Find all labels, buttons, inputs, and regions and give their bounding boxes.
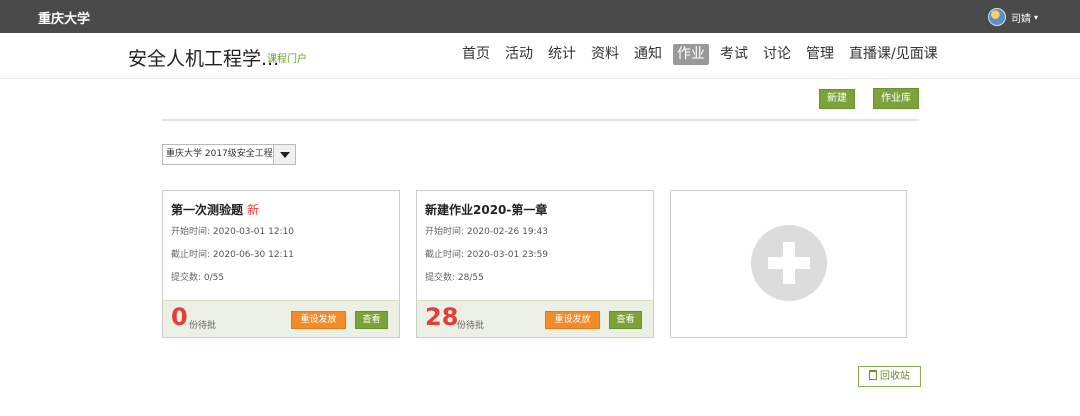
end-time-label: 截止时间: — [425, 250, 465, 260]
start-time-value: 2020-02-26 19:43 — [466, 227, 549, 237]
assignment-title[interactable]: 第一次测验题新 — [171, 201, 259, 218]
trash-icon[interactable] — [869, 370, 877, 380]
end-time-value: 2020-03-01 23:59 — [466, 250, 549, 260]
start-time-value: 2020-03-01 12:10 — [212, 227, 295, 237]
class-select[interactable]: 重庆大学 2017级安全工程 — [162, 144, 296, 165]
add-assignment-card[interactable] — [670, 190, 907, 338]
view-button[interactable]: 查看 — [355, 311, 388, 329]
submission-value: 28/55 — [457, 273, 484, 283]
nav-live-class[interactable]: 直播课/见面课 — [845, 44, 942, 65]
course-portal-link[interactable]: 课程门户 — [267, 50, 307, 65]
assignment-card[interactable]: 新建作业2020-第一章 开始时间: 2020-02-26 19:43 截止时间… — [416, 190, 654, 338]
submission-value: 0/55 — [203, 273, 225, 283]
class-select-value[interactable]: 重庆大学 2017级安全工程 — [163, 145, 273, 164]
nav-exam[interactable]: 考试 — [716, 44, 752, 65]
card-footer: 0 份待批 重设发放 查看 — [163, 300, 399, 337]
view-button[interactable]: 查看 — [609, 311, 642, 329]
reissue-button[interactable]: 重设发放 — [291, 311, 346, 329]
start-time-label: 开始时间: — [425, 227, 465, 237]
start-time: 开始时间: 2020-03-01 12:10 — [171, 224, 294, 237]
dropdown-arrow-icon[interactable] — [273, 145, 295, 164]
assignment-card[interactable]: 第一次测验题新 开始时间: 2020-03-01 12:10 截止时间: 202… — [162, 190, 400, 338]
submission-count: 提交数: 0/55 — [171, 270, 224, 283]
pending-label: 份待批 — [457, 321, 485, 331]
pending-count: 28 — [425, 303, 459, 331]
course-title: 安全人机工程学... — [128, 48, 280, 70]
card-footer: 28 份待批 重设发放 查看 — [417, 300, 653, 337]
end-time: 截止时间: 2020-06-30 12:11 — [171, 247, 294, 260]
nav-materials[interactable]: 资料 — [587, 44, 623, 65]
assignment-title-text[interactable]: 第一次测验题 — [171, 203, 243, 217]
avatar[interactable] — [987, 8, 1006, 26]
assignment-library-button[interactable]: 作业库 — [873, 88, 919, 109]
user-menu[interactable]: 司婧 ▾ — [987, 8, 1038, 26]
submission-count: 提交数: 28/55 — [425, 270, 484, 283]
course-nav: 首页 活动 统计 资料 通知 作业 考试 讨论 管理 直播课/见面课 — [458, 44, 949, 65]
username[interactable]: 司婧 — [1011, 10, 1031, 25]
header-divider — [0, 78, 1080, 79]
nav-discussion[interactable]: 讨论 — [759, 44, 795, 65]
end-time: 截止时间: 2020-03-01 23:59 — [425, 247, 548, 260]
pending-label: 份待批 — [189, 321, 217, 331]
end-time-value: 2020-06-30 12:11 — [212, 250, 295, 260]
nav-activity[interactable]: 活动 — [501, 44, 537, 65]
plus-icon[interactable] — [751, 225, 827, 301]
new-assignment-button[interactable]: 新建 — [819, 89, 855, 109]
submission-label: 提交数: — [171, 273, 202, 283]
recycle-bin-button[interactable]: 回收站 — [858, 366, 921, 387]
pending-count: 0 — [171, 303, 188, 331]
section-divider — [162, 119, 919, 121]
chevron-down-icon[interactable]: ▾ — [1034, 13, 1038, 22]
recycle-bin-label[interactable]: 回收站 — [880, 371, 910, 382]
start-time-label: 开始时间: — [171, 227, 211, 237]
nav-notices[interactable]: 通知 — [630, 44, 666, 65]
reissue-button[interactable]: 重设发放 — [545, 311, 600, 329]
school-name[interactable]: 重庆大学 — [38, 8, 90, 27]
end-time-label: 截止时间: — [171, 250, 211, 260]
nav-homework[interactable]: 作业 — [673, 44, 709, 65]
top-bar: 重庆大学 司婧 ▾ — [0, 0, 1080, 33]
new-badge: 新 — [247, 203, 260, 217]
nav-statistics[interactable]: 统计 — [544, 44, 580, 65]
nav-manage[interactable]: 管理 — [802, 44, 838, 65]
nav-home[interactable]: 首页 — [458, 44, 494, 65]
start-time: 开始时间: 2020-02-26 19:43 — [425, 224, 548, 237]
submission-label: 提交数: — [425, 273, 456, 283]
assignment-title[interactable]: 新建作业2020-第一章 — [425, 201, 547, 218]
